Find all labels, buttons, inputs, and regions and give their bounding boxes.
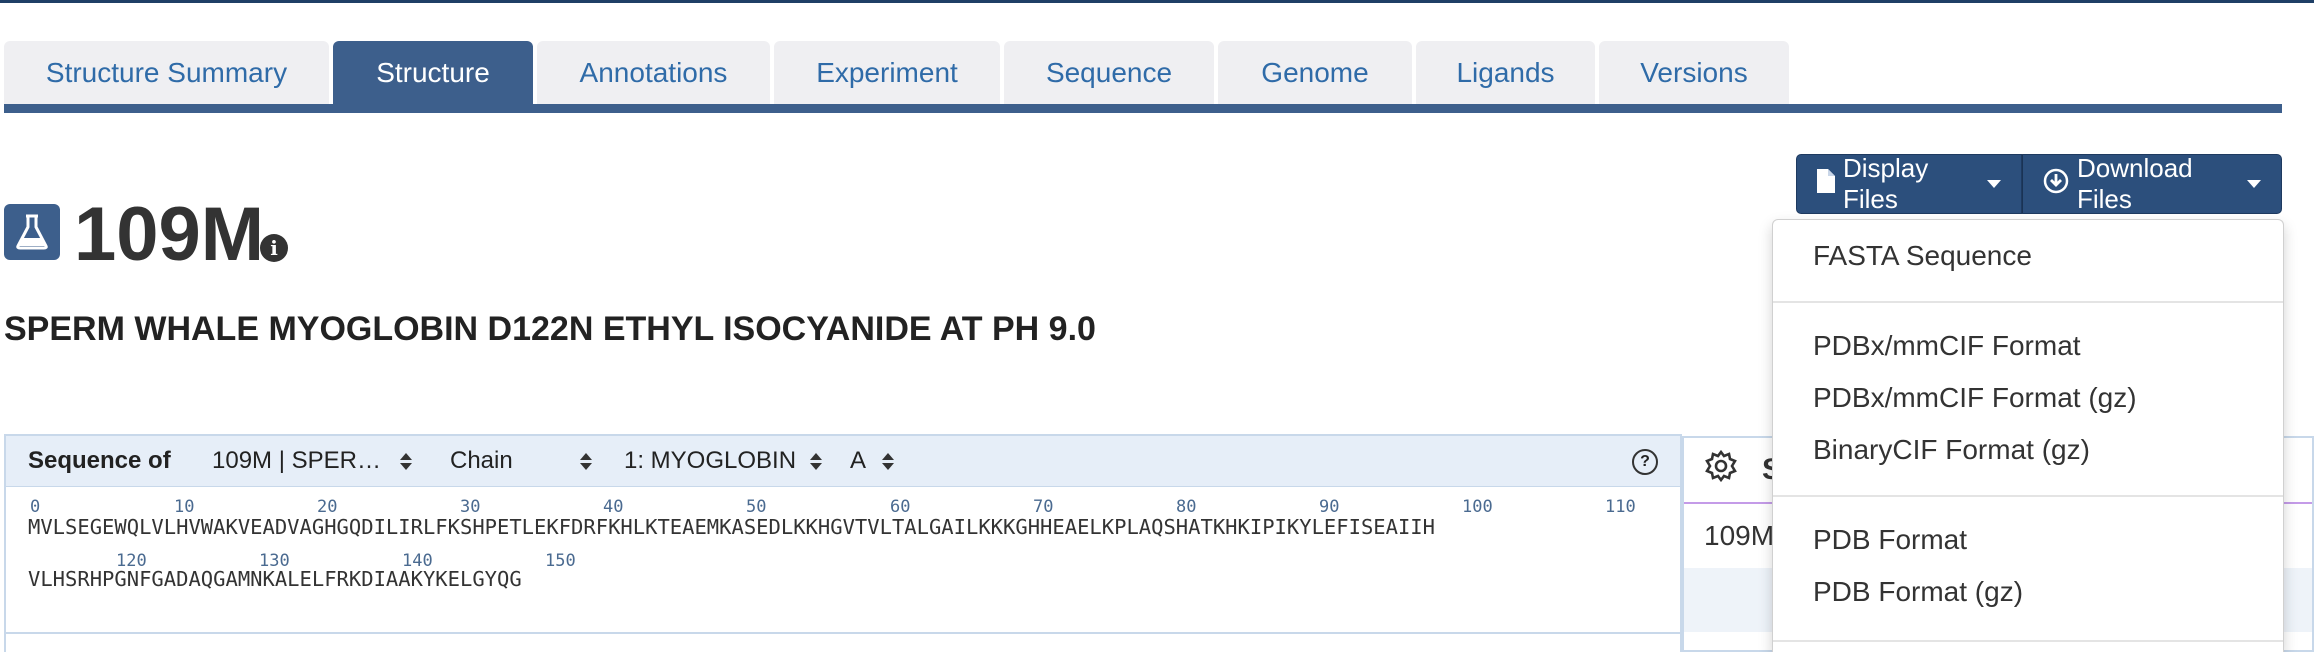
ruler-tick: 90 <box>1319 497 1340 517</box>
entity-select[interactable]: 109M | SPER… <box>212 447 412 475</box>
ruler-tick: 50 <box>746 497 767 517</box>
menu-item-binarycif-gz[interactable]: BinaryCIF Format (gz) <box>1813 434 2090 466</box>
entity-select-value: 109M | SPER… <box>212 447 381 474</box>
menu-divider <box>1773 640 2283 642</box>
tab-annotations[interactable]: Annotations <box>537 41 770 104</box>
select-arrows-icon <box>400 452 412 470</box>
ruler-tick: 100 <box>1462 497 1493 517</box>
menu-divider <box>1773 495 2283 497</box>
caret-down-icon <box>2247 180 2261 188</box>
tab-versions[interactable]: Versions <box>1599 41 1789 104</box>
tab-genome[interactable]: Genome <box>1218 41 1412 104</box>
molecule-select[interactable]: 1: MYOGLOBIN <box>624 447 822 475</box>
chain-select[interactable]: A <box>850 447 894 475</box>
menu-divider <box>1773 301 2283 303</box>
tab-structure[interactable]: Structure <box>333 41 533 104</box>
caret-down-icon <box>1987 180 2001 188</box>
display-files-label: Display Files <box>1843 153 1929 214</box>
file-icon <box>1817 168 1835 200</box>
ruler-tick: 150 <box>545 551 576 571</box>
chain-select-value: A <box>850 447 867 474</box>
tab-underline <box>4 104 2282 113</box>
flask-icon <box>4 204 60 260</box>
info-icon[interactable]: i <box>260 234 288 262</box>
molecule-select-value: 1: MYOGLOBIN <box>624 447 797 474</box>
tab-ligands[interactable]: Ligands <box>1416 41 1595 104</box>
ruler-tick: 20 <box>317 497 338 517</box>
select-arrows-icon <box>810 452 822 470</box>
ruler-tick: 110 <box>1605 497 1636 517</box>
tab-experiment[interactable]: Experiment <box>774 41 1000 104</box>
sequence-toolbar: Sequence of 109M | SPER… Chain 1: MYOGLO… <box>6 436 1680 487</box>
download-circle-icon <box>2043 168 2069 201</box>
menu-item-pdbx-mmcif-gz[interactable]: PDBx/mmCIF Format (gz) <box>1813 382 2137 414</box>
sequence-line[interactable]: MVLSEGEWQLVLHVWAKVEADVAGHGQDILIRLFKSHPET… <box>28 515 1435 539</box>
menu-item-pdb-format-gz[interactable]: PDB Format (gz) <box>1813 576 2023 608</box>
download-files-label: Download Files <box>2077 153 2193 214</box>
ruler-tick: 80 <box>1176 497 1197 517</box>
ruler-tick: 70 <box>1033 497 1054 517</box>
entry-id: 109M <box>74 192 265 277</box>
tab-sequence[interactable]: Sequence <box>1004 41 1214 104</box>
menu-item-fasta-sequence[interactable]: FASTA Sequence <box>1813 240 2032 272</box>
download-files-menu: FASTA Sequence PDBx/mmCIF Format PDBx/mm… <box>1772 219 2284 652</box>
sequence-viewer: Sequence of 109M | SPER… Chain 1: MYOGLO… <box>4 434 1682 652</box>
ruler-tick: 60 <box>890 497 911 517</box>
tab-structure-summary[interactable]: Structure Summary <box>4 41 329 104</box>
sequence-panel-divider <box>4 632 1682 634</box>
select-arrows-icon <box>580 452 592 470</box>
top-rule <box>0 0 2314 3</box>
menu-item-pdbx-mmcif[interactable]: PDBx/mmCIF Format <box>1813 330 2081 362</box>
ruler-tick: 10 <box>174 497 195 517</box>
ruler-tick: 30 <box>460 497 481 517</box>
type-select[interactable]: Chain <box>450 447 592 475</box>
entry-title: SPERM WHALE MYOGLOBIN D122N ETHYL ISOCYA… <box>4 310 1096 348</box>
sequence-line[interactable]: VLHSRHPGNFGADAQGAMNKALELFRKDIAAKYKELGYQG <box>28 567 522 591</box>
type-select-value: Chain <box>450 447 513 474</box>
ruler-tick: 40 <box>603 497 624 517</box>
file-button-group: Display Files Download Files <box>1796 153 2282 214</box>
select-arrows-icon <box>882 452 894 470</box>
menu-item-pdb-format[interactable]: PDB Format <box>1813 524 1967 556</box>
help-circle-icon[interactable]: ? <box>1632 449 1658 475</box>
download-files-button[interactable]: Download Files <box>2022 153 2282 214</box>
ruler-tick: 0 <box>30 497 41 517</box>
display-files-button[interactable]: Display Files <box>1796 153 2022 214</box>
tab-bar: Structure Summary Structure Annotations … <box>4 41 1793 106</box>
sequence-of-label: Sequence of <box>28 447 171 474</box>
gear-icon[interactable] <box>1704 449 1738 491</box>
